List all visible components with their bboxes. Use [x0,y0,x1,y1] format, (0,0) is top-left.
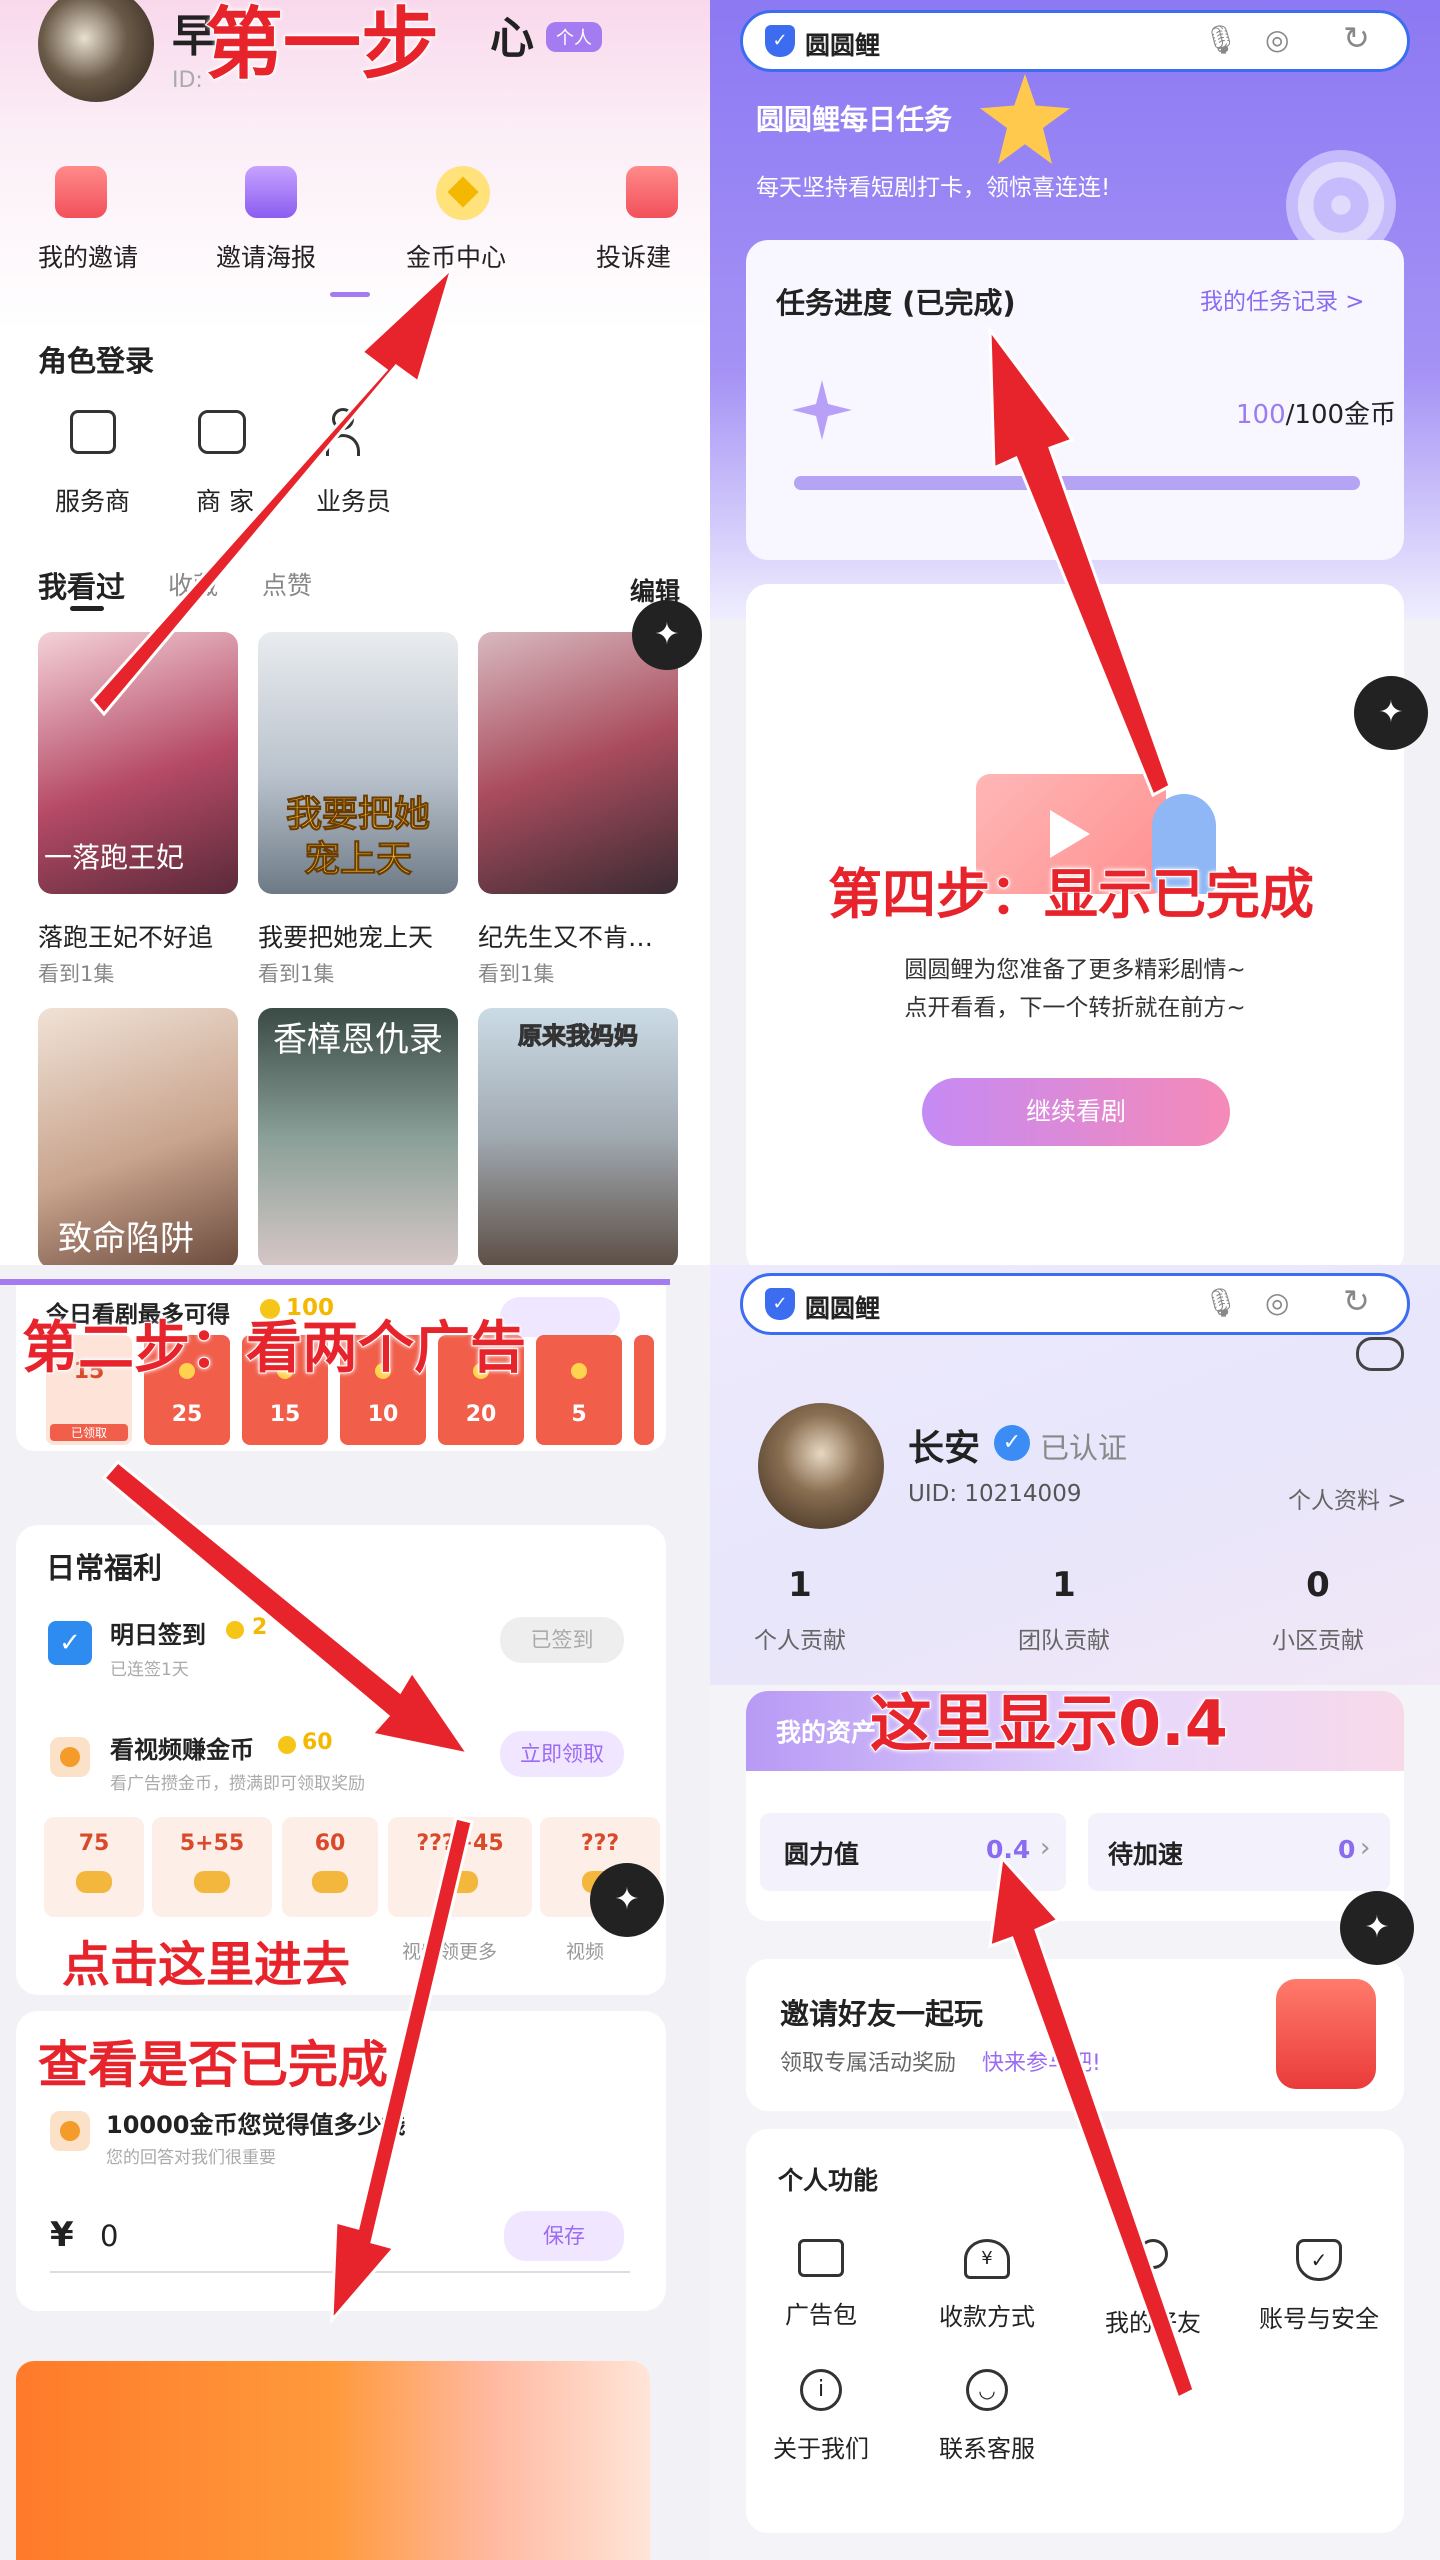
arrow-to-task-progress [988,325,1172,798]
arrow-to-coin-center [90,263,456,717]
arrow-to-bottom-banner [330,1816,474,2325]
arrow-to-asset-value [988,1854,1196,2401]
arrow-to-claim-button [101,1459,472,1757]
annotation-arrows [90,263,1196,2401]
